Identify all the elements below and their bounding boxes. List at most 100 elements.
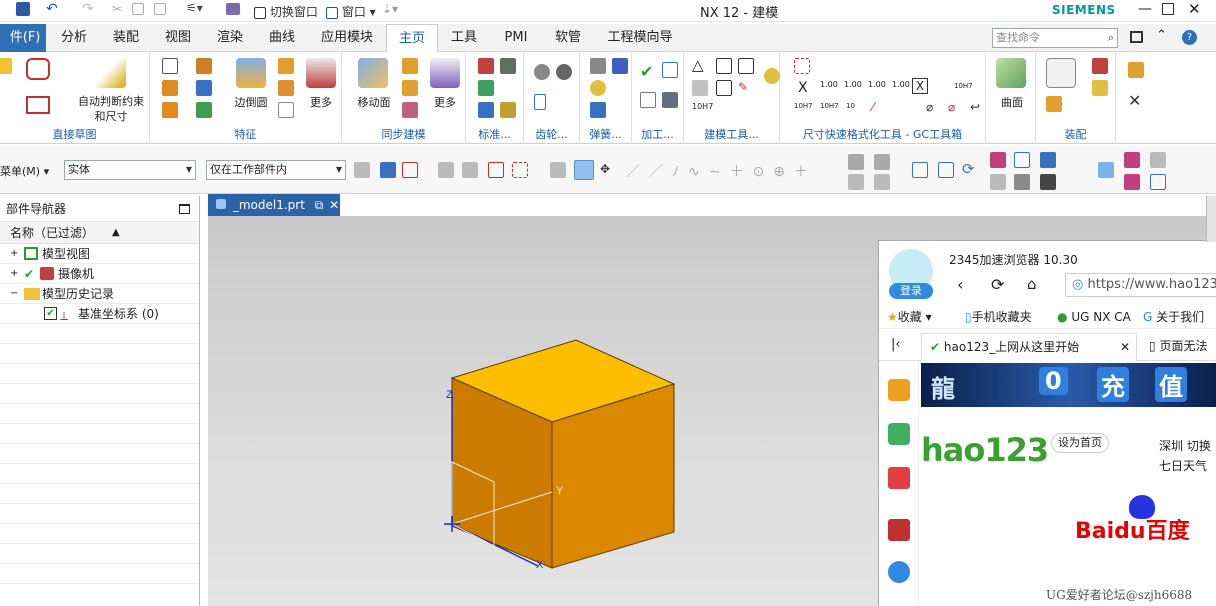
snap-icon-4[interactable] (438, 162, 454, 178)
app-side-icon[interactable] (888, 519, 910, 541)
dim-x-box-icon[interactable]: X (912, 78, 928, 94)
scope-filter-select[interactable]: 仅在工作部件内 ▼ (206, 160, 346, 180)
solid-active-icon[interactable] (574, 160, 594, 180)
analysis-icon-2[interactable] (1124, 152, 1140, 168)
weather-link[interactable]: 七日天气 (1159, 457, 1207, 474)
profile-icon[interactable] (26, 58, 50, 80)
gear-tool-icon[interactable] (764, 68, 780, 84)
undo-icon[interactable]: ↶ (46, 1, 58, 17)
tab-close-icon[interactable]: ✕ (1120, 334, 1130, 360)
model-tab[interactable]: _model1.prt ⧉ ✕ (208, 194, 340, 216)
dim-reverse-icon[interactable]: ↩ (970, 100, 980, 114)
dim-value-5[interactable]: 10H7 (954, 82, 973, 90)
collapse-ribbon-icon[interactable]: ⌃ (1156, 28, 1167, 43)
address-bar[interactable]: ◎ https://www.hao123 (1065, 273, 1216, 297)
check-icon[interactable]: ✔ (640, 62, 656, 81)
analysis-icon-4[interactable] (1124, 174, 1140, 190)
rectangle-icon[interactable] (26, 96, 50, 114)
expand-icon[interactable]: + (10, 244, 18, 264)
baidu-logo[interactable]: Baidu百度 (1075, 495, 1216, 545)
color-icon-2[interactable] (1014, 152, 1030, 168)
dim-value-4[interactable]: 1.00 (892, 80, 910, 89)
book-icon[interactable] (1150, 174, 1166, 190)
tolerance-icon[interactable]: 10H7 (692, 102, 713, 118)
view-icon-3[interactable] (848, 174, 864, 190)
block-icon[interactable] (196, 58, 212, 74)
set-homepage-button[interactable]: 设为首页 (1051, 433, 1109, 453)
machining-list-icon[interactable] (640, 92, 656, 108)
surface-button[interactable]: 曲面 (994, 94, 1030, 110)
align-icon[interactable] (692, 80, 708, 96)
delete-face-icon[interactable] (402, 102, 418, 118)
spring-icon[interactable] (590, 58, 606, 74)
bookmark-favorites[interactable]: ★收藏 ▾ (887, 305, 932, 329)
dim-value-7[interactable]: 10H7 (820, 102, 839, 110)
assembly-icon[interactable] (1046, 58, 1076, 88)
menu-button[interactable]: 菜单(M) ▾ (0, 163, 49, 179)
gear-helical-icon[interactable] (556, 64, 572, 80)
spring-delete-icon[interactable] (590, 102, 606, 118)
boolean-icon[interactable] (162, 102, 178, 118)
auto-constraint-button[interactable]: 自动判断约束和尺寸 (78, 94, 144, 124)
tree-node-camera[interactable]: + ✔ 摄像机 (0, 264, 199, 284)
collapse-icon[interactable]: − (10, 284, 18, 304)
pin-icon[interactable] (500, 102, 516, 118)
chamfer-icon[interactable] (278, 58, 294, 74)
layer-icon[interactable] (1128, 62, 1144, 78)
close-icon[interactable]: ✕ (1188, 0, 1201, 18)
dim-slash-icon[interactable]: ⁄ (872, 100, 874, 114)
bookmark-mobile[interactable]: ▯手机收藏夹 (965, 305, 1032, 329)
game-banner[interactable]: 龍 0 充 值 (921, 363, 1216, 407)
tab-file[interactable]: 件(F) (0, 24, 46, 52)
help-icon[interactable]: ? (1182, 30, 1197, 45)
snap-icon-3[interactable] (402, 162, 418, 178)
view-icon-4[interactable] (874, 174, 890, 190)
tab-view[interactable]: 视图 (158, 24, 198, 52)
pdf-side-icon[interactable] (888, 467, 910, 489)
gear-icon[interactable] (534, 64, 550, 80)
ie-side-icon[interactable] (888, 561, 910, 583)
dim-x-icon[interactable]: X (798, 80, 808, 96)
bookmark-ugnx[interactable]: ● UG NX CA (1057, 305, 1131, 329)
dim-diameter-icon[interactable]: ⌀ (926, 100, 933, 114)
spring-pen-icon[interactable] (612, 58, 628, 74)
tree-node-model-views[interactable]: + 模型视图 (0, 244, 199, 264)
dim-value-2[interactable]: 1.00 (844, 80, 862, 89)
command-icon[interactable]: ⚟▾ (186, 1, 203, 15)
window-layout-icon[interactable] (1130, 31, 1143, 43)
bolt-icon[interactable] (478, 80, 494, 96)
sort-up-icon[interactable]: ▲ (112, 222, 120, 244)
dropdown-icon[interactable]: ⇣▾ (382, 2, 398, 16)
checkbox-checked-icon[interactable]: ✔ (44, 307, 57, 320)
auto-constraint-icon[interactable] (96, 58, 126, 88)
tab-render[interactable]: 渲染 (210, 24, 250, 52)
spring-gear-icon[interactable] (590, 80, 606, 96)
window-menu-button[interactable]: 窗口 ▾ (326, 3, 376, 19)
color-icon-4[interactable] (990, 174, 1006, 190)
sketch-icon[interactable] (0, 58, 12, 74)
draft-icon[interactable] (278, 102, 294, 118)
search-icon[interactable]: ⌕ (1108, 29, 1114, 47)
tree-node-history[interactable]: − 模型历史记录 (0, 284, 199, 304)
back-icon[interactable]: ‹ (957, 275, 963, 294)
tab-close-icon[interactable]: ✕ (329, 198, 339, 212)
more-sync-icon[interactable] (430, 58, 460, 88)
dim-value-8[interactable]: 10 (846, 102, 855, 110)
solid-icon[interactable] (550, 162, 566, 178)
home-icon[interactable]: ⌂ (1027, 275, 1037, 293)
sidebar-toggle-icon[interactable]: |‹ (891, 337, 901, 352)
switch-window-button[interactable]: 切换窗口 (254, 3, 318, 19)
refresh-icon[interactable]: ⟳ (962, 160, 978, 178)
tab-applications[interactable]: 应用模块 (314, 24, 380, 52)
history-side-icon[interactable] (888, 423, 910, 445)
dim-value-1[interactable]: 1.00 (820, 80, 838, 89)
hao123-logo[interactable]: hao123 (921, 431, 1049, 469)
machining-icon[interactable] (662, 62, 678, 78)
tab-curve[interactable]: 曲线 (262, 24, 302, 52)
paste-icon[interactable] (154, 3, 166, 15)
dim-align-icon[interactable] (794, 58, 810, 74)
browser-tab-error[interactable]: ▯ 页面无法 (1143, 333, 1216, 361)
pull-face-icon[interactable] (402, 58, 418, 74)
layout-icon[interactable] (716, 80, 732, 96)
color-icon-6[interactable] (1040, 174, 1056, 190)
